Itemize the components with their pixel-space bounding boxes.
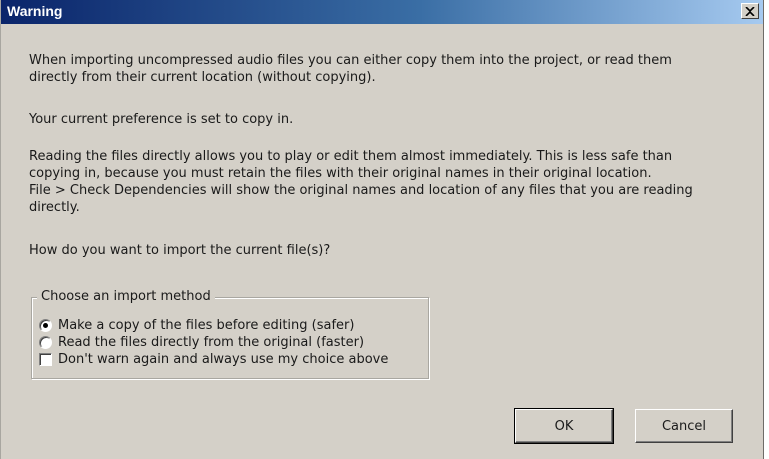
option-copy-label[interactable]: Make a copy of the files before editing … — [58, 318, 354, 333]
message-line: How do you want to import the current fi… — [29, 243, 331, 258]
message-paragraph-3: Reading the files directly allows you to… — [29, 148, 749, 216]
ok-button[interactable]: OK — [514, 408, 614, 444]
title-bar[interactable]: Warning — [1, 0, 763, 24]
option-read-label[interactable]: Read the files directly from the origina… — [58, 335, 364, 350]
message-line: directly from their current location (wi… — [29, 70, 376, 85]
message-line: File > Check Dependencies will show the … — [29, 183, 693, 198]
group-legend: Choose an import method — [37, 289, 215, 304]
message-line: copying in, because you must retain the … — [29, 166, 652, 181]
option-copy[interactable]: Make a copy of the files before editing … — [39, 317, 354, 333]
cancel-button[interactable]: Cancel — [635, 409, 733, 443]
radio-read[interactable] — [39, 335, 52, 349]
message-question: How do you want to import the current fi… — [29, 242, 749, 259]
message-line: Reading the files directly allows you to… — [29, 149, 673, 164]
message-line: Your current preference is set to copy i… — [29, 112, 294, 127]
message-line: When importing uncompressed audio files … — [29, 53, 672, 68]
option-dont-warn[interactable]: Don't warn again and always use my choic… — [39, 351, 388, 367]
warning-dialog: Warning When importing uncompressed audi… — [0, 0, 764, 459]
dont-warn-checkbox[interactable] — [39, 352, 52, 366]
dont-warn-label[interactable]: Don't warn again and always use my choic… — [58, 352, 388, 367]
close-button[interactable] — [741, 3, 759, 19]
message-paragraph-1: When importing uncompressed audio files … — [29, 52, 749, 86]
close-icon — [745, 6, 755, 16]
dialog-title: Warning — [7, 3, 63, 19]
option-read[interactable]: Read the files directly from the origina… — [39, 334, 364, 350]
message-line: directly. — [29, 200, 80, 215]
radio-copy[interactable] — [39, 318, 52, 332]
message-paragraph-2: Your current preference is set to copy i… — [29, 111, 749, 128]
